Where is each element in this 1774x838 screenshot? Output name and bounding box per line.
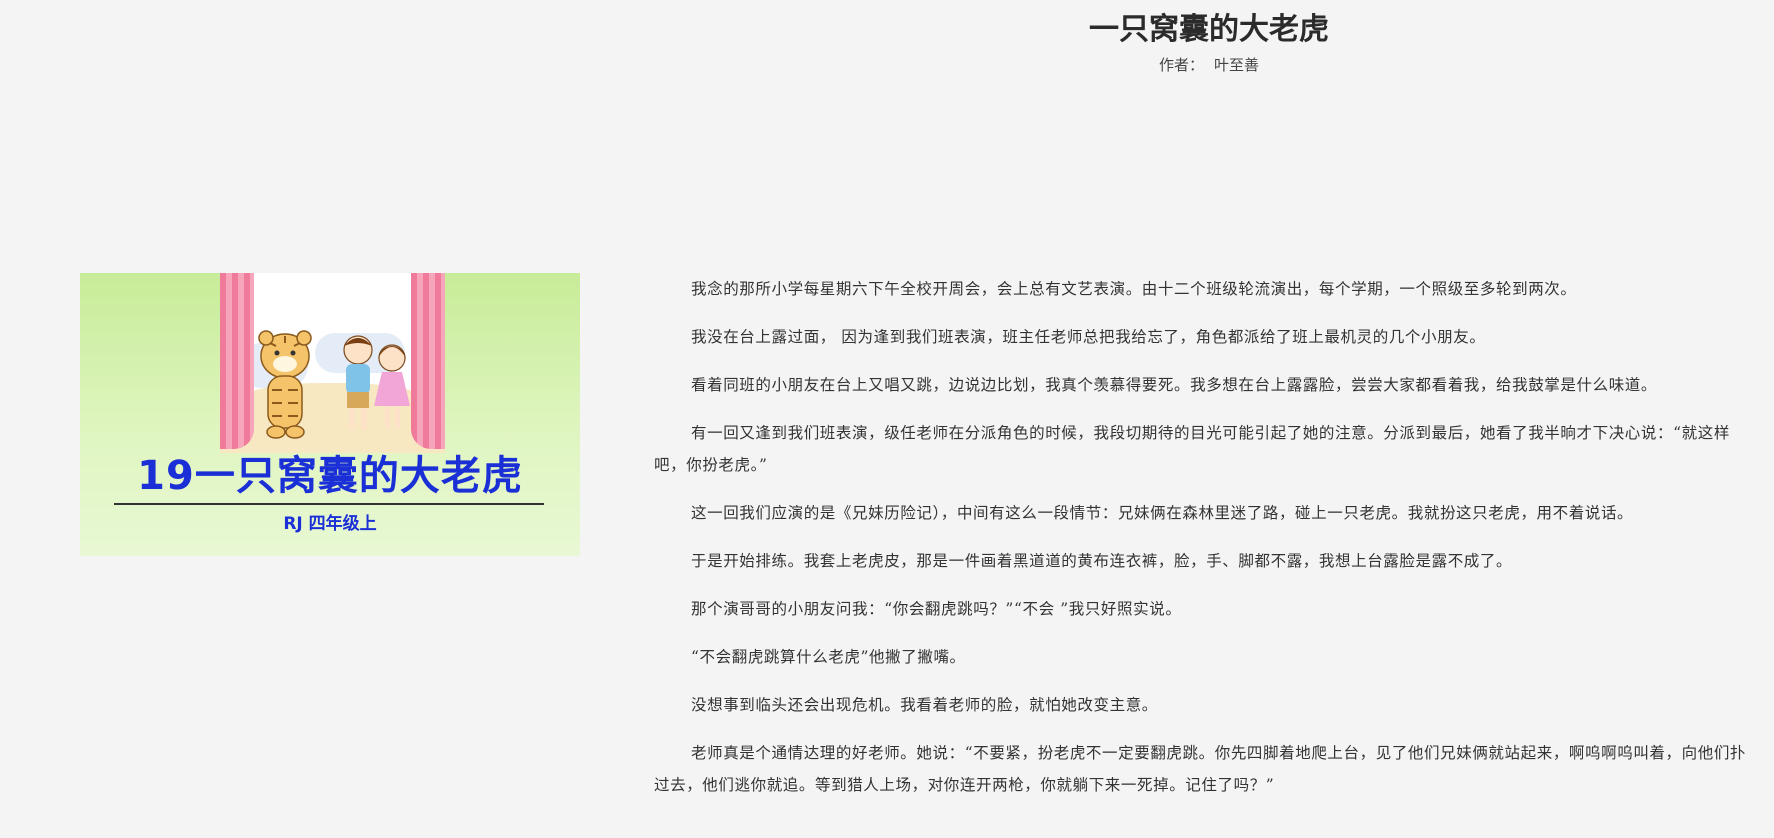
article-paragraph: 这一回我们应演的是《兄妹历险记），中间有这么一段情节：兄妹俩在森林里迷了路，碰上… [691,504,1634,522]
left-curtain [220,273,254,449]
article-header: 一只窝囊的大老虎 作者： 叶至善 [0,8,1774,75]
article-body: 我念的那所小学每星期六下午全校开周会，会上总有文艺表演。由十二个班级轮流演出，每… [654,273,1754,817]
tiger-icon [258,330,312,439]
article-paragraph: “不会翻虎跳算什么老虎”他撇了撇嘴。 [691,648,966,666]
author-label: 作者： [1158,56,1204,74]
article-paragraph: 那个演哥哥的小朋友问我：“你会翻虎跳吗？”“不会 ”我只好照实说。 [691,600,1182,618]
page-title: 一只窝囊的大老虎 [1089,12,1329,47]
cover-subtitle: RJ 四年级上 [283,514,377,534]
author-line: 作者： 叶至善 [322,54,1774,75]
children-icon [343,335,410,430]
stage-illustration [220,273,445,453]
article-paragraph: 有一回又逢到我们班表演，级任老师在分派角色的时候，我段切期待的目光可能引起了她的… [654,424,1730,474]
article-paragraph: 我没在台上露过面， 因为逢到我们班表演，班主任老师总把我给忘了，角色都派给了班上… [691,328,1486,346]
author-name: 叶至善 [1214,56,1260,74]
article-paragraph: 我念的那所小学每星期六下午全校开周会，会上总有文艺表演。由十二个班级轮流演出，每… [691,280,1577,298]
cover-title: 19一只窝囊的大老虎 [137,453,523,499]
cover-image: 19一只窝囊的大老虎 RJ 四年级上 [80,273,580,556]
cover-divider [114,503,544,505]
article-paragraph: 没想事到临头还会出现危机。我看着老师的脸，就怕她改变主意。 [691,696,1158,714]
right-curtain [411,273,445,449]
article-paragraph: 看着同班的小朋友在台上又唱又跳，边说边比划，我真个羡慕得要死。我多想在台上露露脸… [691,376,1658,394]
article-paragraph: 老师真是个通情达理的好老师。她说：“不要紧，扮老虎不一定要翻虎跳。你先四脚着地爬… [654,744,1747,794]
article-paragraph: 于是开始排练。我套上老虎皮，那是一件画着黑道道的黄布连衣裤，脸，手、脚都不露，我… [691,552,1513,570]
